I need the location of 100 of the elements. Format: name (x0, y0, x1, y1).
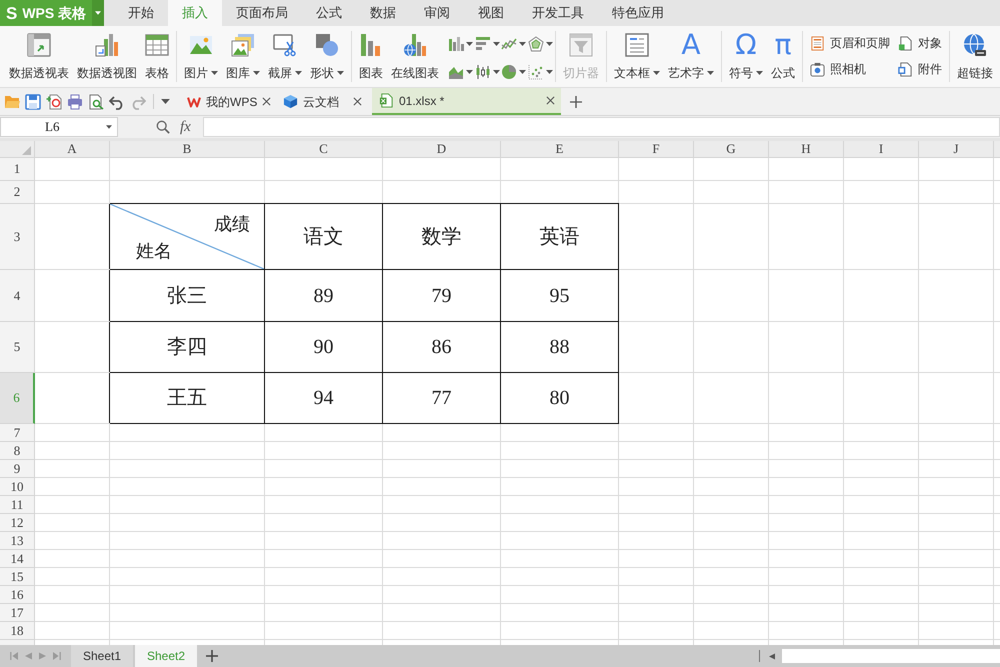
add-sheet-icon[interactable] (206, 650, 218, 662)
search-icon[interactable] (156, 120, 170, 134)
menu-tab[interactable]: 数据 (356, 0, 410, 26)
previous-sheet-icon[interactable] (25, 652, 32, 660)
column-header[interactable]: D (383, 141, 501, 158)
row-header[interactable]: 13 (0, 532, 35, 550)
close-icon[interactable] (546, 96, 555, 105)
print-icon[interactable] (67, 94, 83, 110)
scatter-chart-icon (528, 64, 544, 80)
caret-icon[interactable] (161, 99, 170, 104)
app-menu-dropdown[interactable] (92, 0, 104, 26)
document-export-icon[interactable] (46, 94, 62, 110)
formula-input[interactable] (202, 117, 1000, 137)
save-icon[interactable] (25, 94, 41, 110)
ribbon-button[interactable]: 数据透视表 (5, 26, 73, 87)
ribbon-button[interactable]: 图表 (355, 26, 387, 87)
row-header[interactable]: 10 (0, 478, 35, 496)
row-header[interactable]: 2 (0, 181, 35, 204)
next-sheet-icon[interactable] (39, 652, 46, 660)
camera-icon (810, 62, 825, 76)
ribbon-button[interactable]: 截屏 (264, 26, 306, 87)
column-header[interactable]: J (919, 141, 994, 158)
ribbon-button[interactable]: 图片 (180, 26, 222, 87)
document-tab[interactable]: 01.xlsx * (372, 88, 561, 115)
menu-tab[interactable]: 开发工具 (518, 0, 598, 26)
row-header[interactable]: 1 (0, 158, 35, 181)
stock-chart-icon (474, 64, 490, 80)
picture-icon (189, 33, 213, 57)
menu-tab[interactable]: 审阅 (410, 0, 464, 26)
sheet-tab[interactable]: Sheet1 (71, 645, 133, 667)
menu-tab[interactable]: 页面布局 (222, 0, 302, 26)
document-tab[interactable]: 云文档 (276, 88, 368, 115)
ribbon-button[interactable]: 照相机 (810, 58, 890, 80)
row-header[interactable]: 16 (0, 586, 35, 604)
caret-icon (95, 11, 101, 15)
glyph-icon: π (774, 32, 792, 58)
table-cell-text: 95 (548, 284, 570, 308)
close-icon[interactable] (262, 97, 272, 106)
row-header[interactable]: 9 (0, 460, 35, 478)
bar-chart-icon (359, 33, 383, 57)
row-header[interactable]: 12 (0, 514, 35, 532)
ribbon-button[interactable]: 图库 (222, 26, 264, 87)
column-header[interactable]: F (619, 141, 694, 158)
row-header[interactable]: 5 (0, 322, 35, 373)
column-axis-label: 成绩 (214, 213, 250, 235)
row-header[interactable]: 3 (0, 204, 35, 270)
menu-tab[interactable]: 视图 (464, 0, 518, 26)
ribbon-button[interactable]: 对象 (898, 32, 942, 54)
document-tab[interactable]: 我的WPS (180, 88, 272, 115)
column-header[interactable]: A (35, 141, 110, 158)
horizontal-scrollbar[interactable] (782, 649, 1000, 663)
column-header[interactable]: C (265, 141, 383, 158)
row-header[interactable]: 11 (0, 496, 35, 514)
menu-tab[interactable]: 公式 (302, 0, 356, 26)
name-box[interactable]: L6 (0, 117, 118, 137)
undo-icon[interactable] (109, 94, 125, 110)
close-icon[interactable] (353, 97, 362, 106)
ribbon-button[interactable]: 文本框 (610, 26, 664, 87)
ribbon-button[interactable]: π 公式 (767, 26, 799, 87)
last-sheet-icon[interactable] (53, 652, 61, 660)
row-header[interactable]: 8 (0, 442, 35, 460)
table-cell-text: 77 (430, 386, 452, 411)
column-header[interactable]: I (844, 141, 919, 158)
cube-icon (283, 94, 298, 109)
insert-function-button[interactable]: fx (180, 120, 191, 134)
header-footer-icon (810, 36, 825, 50)
horizontal-bar-chart-icon (474, 36, 490, 52)
ribbon-button[interactable]: 数据透视图 (73, 26, 141, 87)
print-preview-icon[interactable] (88, 94, 104, 110)
menu-tab[interactable]: 开始 (114, 0, 168, 26)
spreadsheet-file-icon (379, 93, 394, 108)
radar-chart-icon (528, 36, 544, 52)
column-header[interactable]: E (501, 141, 619, 158)
first-sheet-icon[interactable] (10, 652, 18, 660)
text-box-icon (625, 33, 649, 57)
row-header[interactable]: 17 (0, 604, 35, 622)
ribbon-button[interactable]: 在线图表 (387, 26, 443, 87)
folder-icon[interactable] (4, 94, 20, 110)
pivot-chart-icon (95, 33, 119, 57)
row-header[interactable]: 4 (0, 270, 35, 322)
menu-tab[interactable]: 特色应用 (598, 0, 678, 26)
ribbon-button[interactable]: 超链接 (953, 26, 997, 87)
ribbon-button[interactable]: Ω 符号 (725, 26, 767, 87)
ribbon-button[interactable]: 表格 (141, 26, 173, 87)
row-header[interactable]: 7 (0, 424, 35, 442)
row-header[interactable]: 14 (0, 550, 35, 568)
glyph-icon: A (681, 32, 701, 58)
caret-icon[interactable] (106, 125, 112, 129)
ribbon-button[interactable]: A 艺术字 (664, 26, 718, 87)
row-header[interactable]: 18 (0, 622, 35, 640)
column-header[interactable]: H (769, 141, 844, 158)
plus-icon[interactable] (570, 96, 582, 108)
ribbon-button[interactable]: 附件 (898, 58, 942, 80)
table-cell-text: 90 (312, 335, 334, 360)
ribbon-button[interactable]: 形状 (306, 26, 348, 87)
column-header[interactable]: G (694, 141, 769, 158)
column-header[interactable]: B (110, 141, 265, 158)
row-header[interactable]: 15 (0, 568, 35, 586)
ribbon-button[interactable]: 页眉和页脚 (810, 32, 890, 54)
scroll-left-icon[interactable] (769, 652, 775, 660)
